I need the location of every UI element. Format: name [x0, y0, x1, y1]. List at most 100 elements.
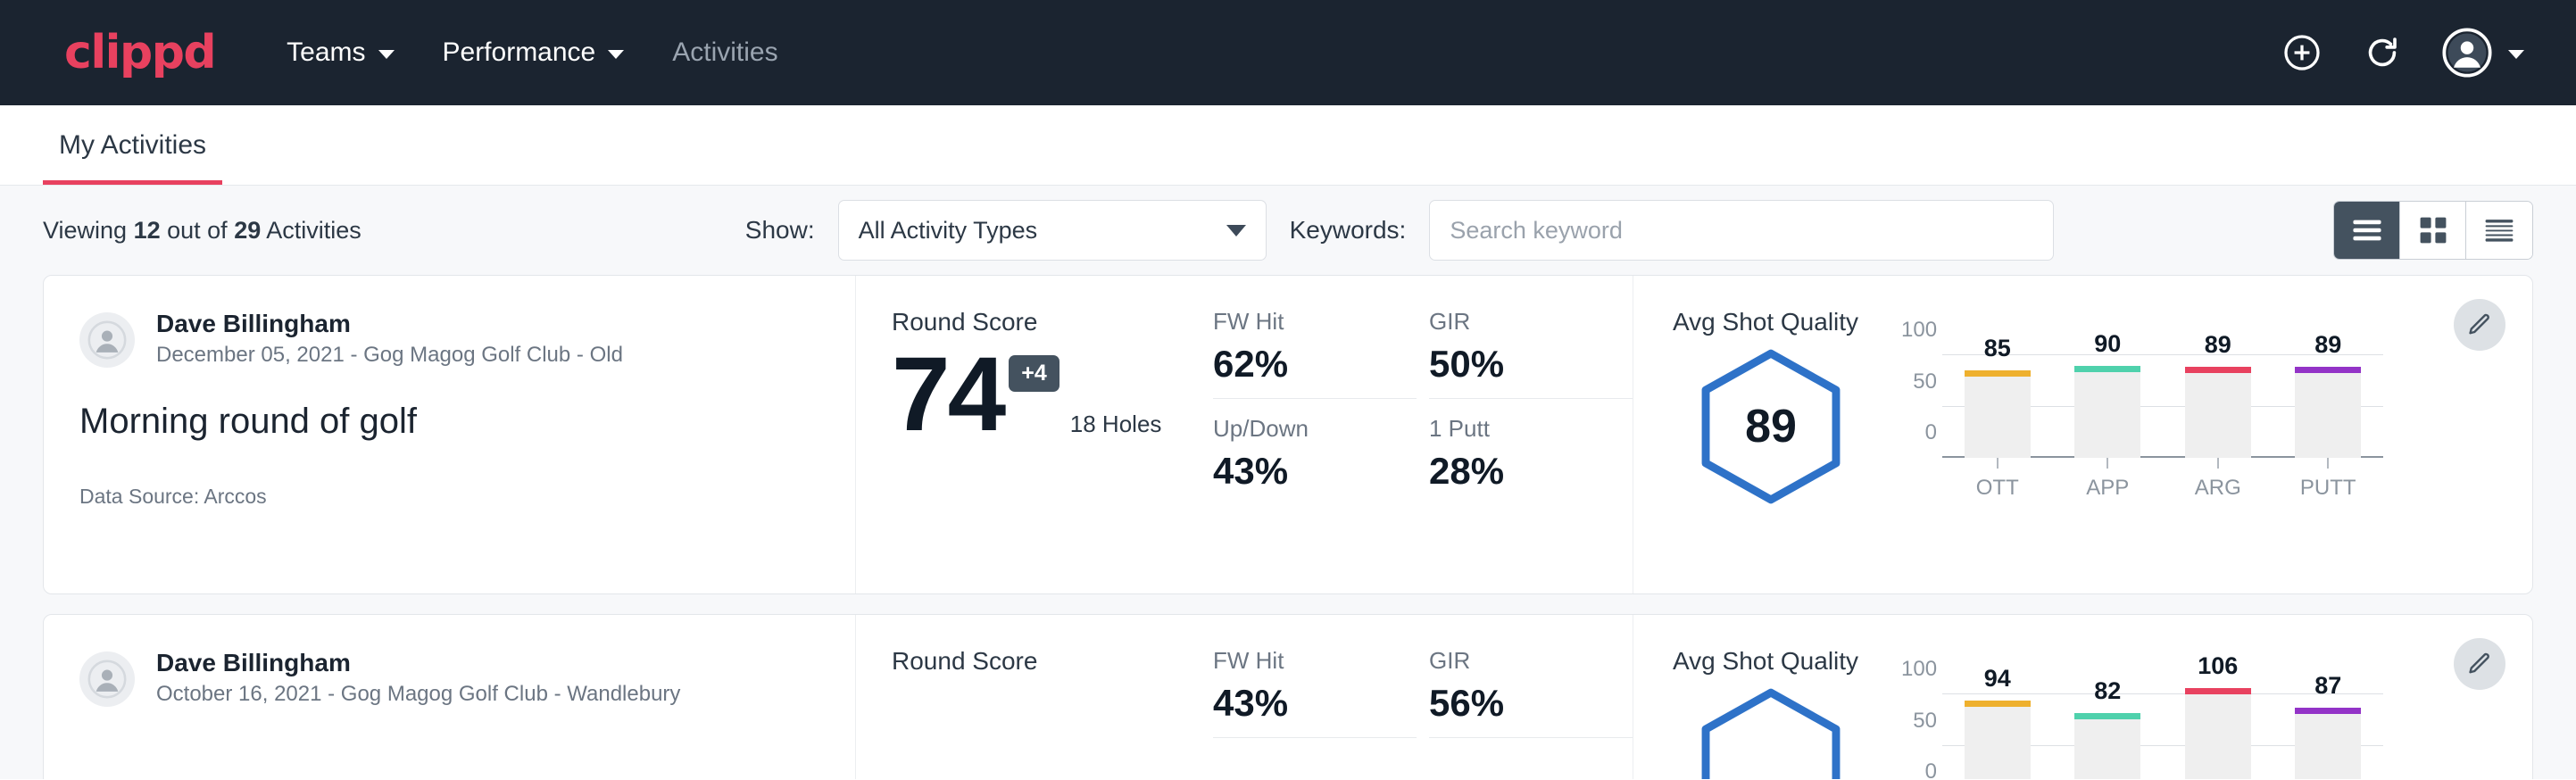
refresh-icon[interactable]	[2362, 32, 2403, 73]
activity-summary: Dave Billingham October 16, 2021 - Gog M…	[44, 615, 856, 779]
x-axis-label: PUTT	[2295, 458, 2361, 501]
tab-my-activities[interactable]: My Activities	[43, 130, 222, 185]
score-differential-badge: +4	[1009, 355, 1059, 392]
nav-item-performance[interactable]: Performance	[443, 37, 625, 68]
stat-key: GIR	[1429, 647, 1600, 675]
bar-cap	[2074, 713, 2140, 719]
tab-bar: My Activities	[0, 105, 2576, 186]
stat-cell: GIR 50%	[1429, 308, 1633, 399]
compact-view-icon	[2484, 218, 2514, 243]
avatar	[79, 312, 135, 368]
round-score-label: Round Score	[892, 647, 1213, 676]
bar-cap	[2185, 367, 2251, 373]
nav-item-performance-label: Performance	[443, 37, 596, 68]
stat-key: Up/Down	[1213, 415, 1384, 443]
viewing-suffix: Activities	[261, 217, 361, 244]
quality-score-value: 89	[1745, 400, 1797, 453]
activity-type-select[interactable]: All Activity Types	[838, 200, 1267, 261]
bar-value-label: 94	[1965, 665, 2031, 693]
chart-plot-area: 0 50 100 94	[1901, 679, 2383, 779]
stat-value: 50%	[1429, 343, 1600, 386]
viewing-total: 29	[234, 217, 261, 244]
activity-title: Morning round of golf	[79, 402, 819, 442]
nav-item-teams[interactable]: Teams	[287, 37, 394, 68]
account-menu[interactable]	[2442, 28, 2524, 78]
chevron-down-icon	[378, 50, 395, 59]
pencil-icon	[2466, 651, 2493, 677]
round-score-row	[892, 681, 1213, 690]
nav-item-activities-label: Activities	[672, 37, 777, 68]
chart-x-axis: OTT APP ARG PUTT	[1942, 458, 2383, 501]
search-input[interactable]	[1429, 200, 2054, 261]
hexagon-icon	[1691, 686, 1850, 779]
show-label: Show:	[745, 216, 815, 245]
edit-activity-button[interactable]	[2454, 638, 2505, 690]
activity-author: Dave Billingham October 16, 2021 - Gog M…	[79, 647, 819, 710]
filter-bar: Viewing 12 out of 29 Activities Show: Al…	[43, 186, 2533, 275]
view-mode-grid[interactable]	[2400, 202, 2466, 259]
activity-data-source: Data Source: Arccos	[79, 485, 819, 509]
y-axis-tick: 50	[1901, 369, 1937, 394]
stat-key: 1 Putt	[1429, 415, 1600, 443]
stat-cell: FW Hit 43%	[1213, 647, 1417, 738]
bar-putt: 87	[2295, 708, 2361, 779]
filter-controls: Show: All Activity Types Keywords:	[745, 200, 2055, 261]
chevron-down-icon	[608, 50, 624, 59]
activity-summary: Dave Billingham December 05, 2021 - Gog …	[44, 276, 856, 593]
avg-shot-quality-block: Avg Shot Quality 0	[1633, 615, 2532, 779]
viewing-count-text: Viewing 12 out of 29 Activities	[43, 217, 361, 245]
chevron-down-icon	[1226, 225, 1246, 236]
keywords-label: Keywords:	[1290, 216, 1407, 245]
y-axis-tick: 50	[1901, 709, 1937, 734]
bar-cap	[1965, 701, 2031, 707]
primary-nav: Teams Performance Activities	[287, 37, 777, 68]
author-name: Dave Billingham	[156, 308, 623, 340]
activity-card[interactable]: Dave Billingham December 05, 2021 - Gog …	[43, 275, 2533, 594]
list-view-icon	[2352, 219, 2382, 242]
avatar	[79, 651, 135, 707]
avg-shot-quality-body: 89 0 50 100	[1673, 340, 2532, 506]
y-axis-tick: 100	[1901, 657, 1937, 682]
avg-shot-quality-block: Avg Shot Quality 89 0	[1633, 276, 2532, 593]
nav-item-activities[interactable]: Activities	[672, 37, 777, 68]
chart-bars: 85 90 89	[1942, 340, 2383, 458]
activity-meta: December 05, 2021 - Gog Magog Golf Club …	[156, 340, 623, 371]
plus-circle-icon[interactable]	[2281, 32, 2323, 73]
quality-hexagon	[1673, 679, 1869, 779]
view-mode-list[interactable]	[2334, 202, 2400, 259]
bar-putt: 89	[2295, 367, 2361, 458]
grid-view-icon	[2419, 216, 2447, 245]
brand-logo[interactable]: clippd	[64, 26, 215, 79]
view-mode-compact[interactable]	[2466, 202, 2532, 259]
activity-author: Dave Billingham December 05, 2021 - Gog …	[79, 308, 819, 371]
avg-shot-quality-label: Avg Shot Quality	[1673, 647, 2532, 676]
shot-quality-bar-chart: 0 50 100 85	[1901, 340, 2383, 501]
y-axis-tick: 0	[1901, 759, 1937, 779]
x-axis-label: ARG	[2185, 458, 2251, 501]
x-axis-label: APP	[2074, 458, 2140, 501]
viewing-shown: 12	[134, 217, 161, 244]
bar-cap	[1965, 370, 2031, 377]
bar-value-label: 89	[2185, 331, 2251, 359]
y-axis-tick: 0	[1901, 420, 1937, 445]
person-icon	[87, 660, 127, 699]
stat-cell: FW Hit 62%	[1213, 308, 1417, 399]
stat-value: 43%	[1213, 682, 1384, 725]
round-stats-grid: FW Hit 43%GIR 56%	[1213, 615, 1633, 779]
round-score-label: Round Score	[892, 308, 1213, 336]
bar-app: 82	[2074, 713, 2140, 779]
author-name: Dave Billingham	[156, 647, 680, 679]
bar-value-label: 89	[2295, 331, 2361, 359]
round-score-block: Round Score 74 +4 18 Holes	[856, 276, 1213, 593]
bar-cap	[2295, 367, 2361, 373]
account-avatar-icon	[2442, 28, 2492, 78]
bar-ott: 85	[1965, 370, 2031, 458]
chevron-down-icon	[2508, 50, 2524, 59]
stat-key: FW Hit	[1213, 647, 1384, 675]
stat-value: 28%	[1429, 450, 1600, 493]
bar-value-label: 90	[2074, 330, 2140, 358]
activity-card[interactable]: Dave Billingham October 16, 2021 - Gog M…	[43, 614, 2533, 779]
top-navigation-bar: clippd Teams Performance Activities	[0, 0, 2576, 105]
edit-activity-button[interactable]	[2454, 299, 2505, 351]
viewing-prefix: Viewing	[43, 217, 134, 244]
